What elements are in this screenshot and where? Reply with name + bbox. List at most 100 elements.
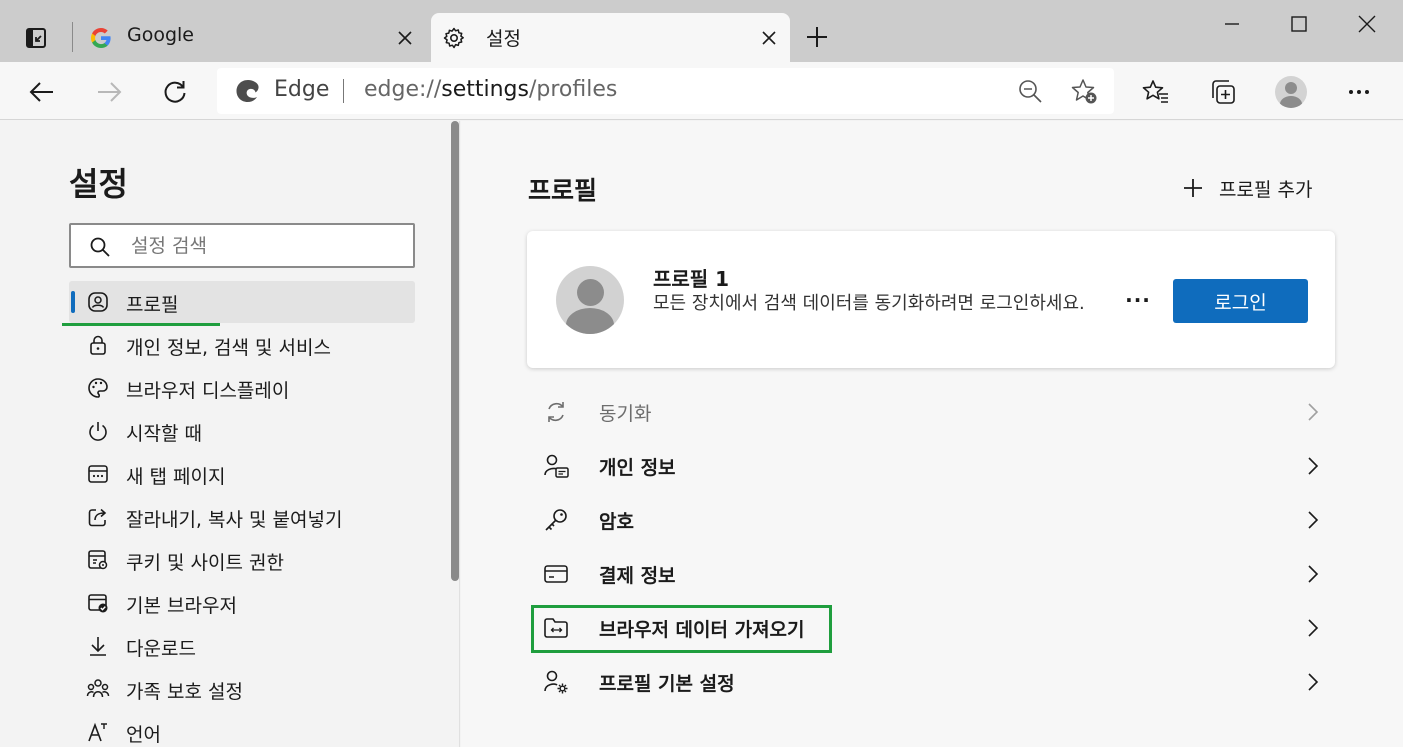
settings-search[interactable]	[69, 223, 415, 268]
profile-button[interactable]	[1271, 72, 1311, 112]
favorites-button[interactable]	[1136, 72, 1176, 112]
more-icon	[1349, 90, 1369, 94]
sidebar-item-label: 잘라내기, 복사 및 붙여넣기	[126, 509, 343, 531]
address-brand: Edge	[274, 77, 330, 102]
sidebar-item-label: 브라우저 디스플레이	[126, 380, 290, 402]
add-favorite-icon[interactable]	[1070, 77, 1098, 105]
row-personal-info[interactable]: 개인 정보	[527, 439, 1335, 493]
sidebar-item-label: 시작할 때	[126, 423, 202, 445]
url-text[interactable]: edge://settings/profiles	[364, 77, 617, 102]
language-icon	[86, 720, 110, 744]
sidebar-title: 설정	[69, 165, 128, 203]
avatar	[556, 266, 624, 334]
close-tab-icon[interactable]	[392, 25, 418, 51]
maximize-icon	[1291, 16, 1307, 32]
tab-title: Google	[127, 24, 195, 46]
search-icon	[90, 237, 110, 257]
forward-button[interactable]	[89, 72, 129, 112]
chevron-right-icon	[1308, 511, 1319, 529]
address-divider	[343, 79, 344, 103]
tab-settings[interactable]: 설정	[431, 13, 790, 62]
power-icon	[86, 419, 110, 443]
sidebar-item-label: 언어	[126, 724, 161, 746]
personal-info-icon	[544, 454, 569, 478]
maximize-button[interactable]	[1279, 6, 1319, 42]
tab-google[interactable]: Google	[78, 13, 426, 62]
profile-card: 프로필 1 모든 장치에서 검색 데이터를 동기화하려면 로그인하세요. ···…	[527, 231, 1335, 368]
tab-actions-icon	[26, 28, 46, 48]
minimize-button[interactable]	[1212, 6, 1252, 42]
sidebar-item-privacy[interactable]: 개인 정보, 검색 및 서비스	[69, 324, 415, 366]
close-icon	[1358, 15, 1376, 33]
lock-icon	[86, 333, 110, 357]
sidebar-item-languages[interactable]: 언어	[69, 711, 415, 747]
url-path: /profiles	[528, 77, 618, 102]
sidebar-item-family[interactable]: 가족 보호 설정	[69, 668, 415, 710]
address-bar[interactable]: Edge edge://settings/profiles	[217, 68, 1114, 114]
tab-actions-button[interactable]	[18, 20, 54, 56]
sidebar-scrollbar[interactable]	[450, 121, 460, 747]
refresh-button[interactable]	[155, 72, 195, 112]
sidebar-item-profiles[interactable]: 프로필	[69, 281, 415, 323]
close-tab-icon[interactable]	[756, 25, 782, 51]
url-prefix: edge://	[364, 77, 442, 102]
zoom-out-icon[interactable]	[1017, 78, 1043, 104]
sidebar-item-default-browser[interactable]: 기본 브라우저	[69, 582, 415, 624]
site-permissions-icon	[86, 548, 110, 572]
key-icon	[545, 509, 567, 531]
add-profile-button[interactable]: 프로필 추가	[1181, 173, 1312, 203]
chevron-right-icon	[1308, 403, 1319, 421]
login-button[interactable]: 로그인	[1173, 279, 1308, 323]
sidebar-item-label: 가족 보호 설정	[126, 681, 243, 703]
sidebar-item-site-permissions[interactable]: 쿠키 및 사이트 권한	[69, 539, 415, 581]
new-tab-button[interactable]	[800, 20, 834, 54]
back-arrow-icon	[29, 82, 53, 102]
plus-icon	[807, 27, 827, 47]
scrollbar-thumb[interactable]	[451, 121, 459, 581]
row-sync[interactable]: 동기화	[527, 385, 1335, 439]
sidebar-item-downloads[interactable]: 다운로드	[69, 625, 415, 667]
row-label: 암호	[599, 511, 634, 533]
avatar	[1275, 76, 1307, 108]
settings-sidebar: 설정 프로필 개인 정보, 검색 및 서비스 브라우저 디스플레이 시작할 때 …	[0, 121, 460, 747]
favorites-icon	[1142, 80, 1168, 103]
profiles-page: 프로필 프로필 추가 프로필 1 모든 장치에서 검색 데이터를 동기화하려면 …	[461, 121, 1403, 747]
highlight-box	[531, 605, 832, 653]
chevron-right-icon	[1308, 673, 1319, 691]
minimize-icon	[1225, 23, 1239, 25]
row-label: 동기화	[599, 403, 652, 425]
toolbar: Edge edge://settings/profiles	[0, 62, 1403, 120]
add-profile-label: 프로필 추가	[1219, 178, 1313, 201]
profile-icon	[86, 290, 110, 314]
chevron-right-icon	[1308, 565, 1319, 583]
gear-icon	[441, 25, 467, 51]
chevron-right-icon	[1308, 457, 1319, 475]
sidebar-item-label: 다운로드	[126, 638, 196, 660]
search-input[interactable]	[131, 231, 401, 261]
close-window-button[interactable]	[1347, 6, 1387, 42]
row-label: 개인 정보	[599, 457, 676, 479]
sidebar-item-new-tab[interactable]: 새 탭 페이지	[69, 453, 415, 495]
sidebar-item-label: 프로필	[126, 294, 179, 316]
tab-separator	[72, 22, 73, 52]
back-button[interactable]	[22, 72, 62, 112]
row-passwords[interactable]: 암호	[527, 493, 1335, 547]
more-menu-button[interactable]	[1339, 72, 1379, 112]
edge-logo-icon	[236, 80, 259, 102]
sidebar-item-label: 개인 정보, 검색 및 서비스	[126, 337, 331, 359]
more-options-button[interactable]: ···	[1123, 285, 1153, 315]
credit-card-icon	[544, 565, 568, 583]
plus-icon	[1184, 179, 1202, 197]
sidebar-item-startup[interactable]: 시작할 때	[69, 410, 415, 452]
collections-button[interactable]	[1203, 72, 1243, 112]
row-payment-info[interactable]: 결제 정보	[527, 547, 1335, 601]
profile-name: 프로필 1	[653, 267, 730, 291]
sidebar-item-share-copy-paste[interactable]: 잘라내기, 복사 및 붙여넣기	[69, 496, 415, 538]
sidebar-item-label: 기본 브라우저	[126, 595, 237, 617]
tab-title: 설정	[486, 28, 521, 50]
url-host: settings	[441, 77, 529, 102]
chevron-right-icon	[1308, 619, 1319, 637]
palette-icon	[86, 376, 110, 400]
sidebar-item-appearance[interactable]: 브라우저 디스플레이	[69, 367, 415, 409]
row-profile-preferences[interactable]: 프로필 기본 설정	[527, 655, 1335, 709]
